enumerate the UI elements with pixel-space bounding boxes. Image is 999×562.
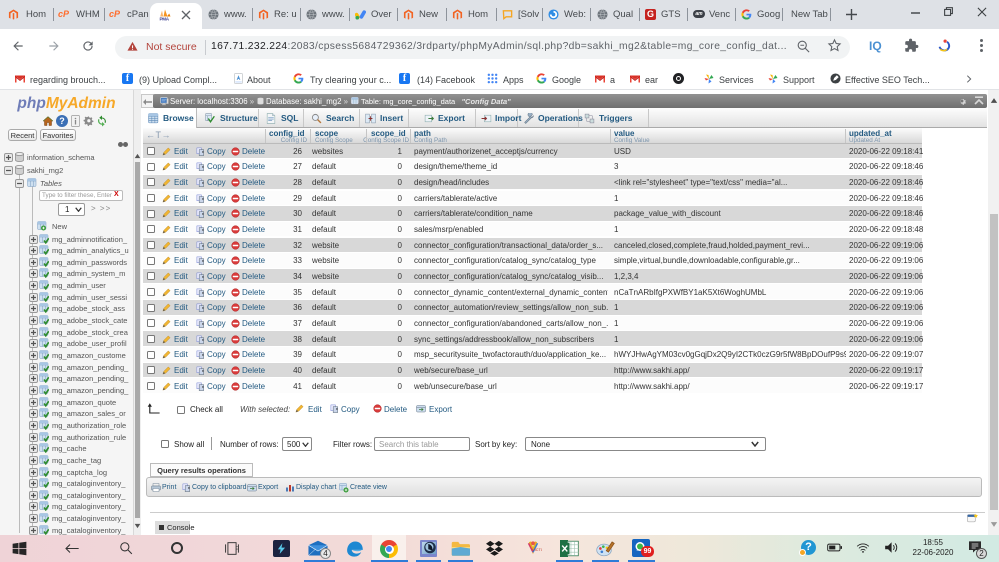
svg-text:PMA: PMA [160, 17, 170, 22]
svg-text:VICTORY: VICTORY [532, 548, 542, 552]
